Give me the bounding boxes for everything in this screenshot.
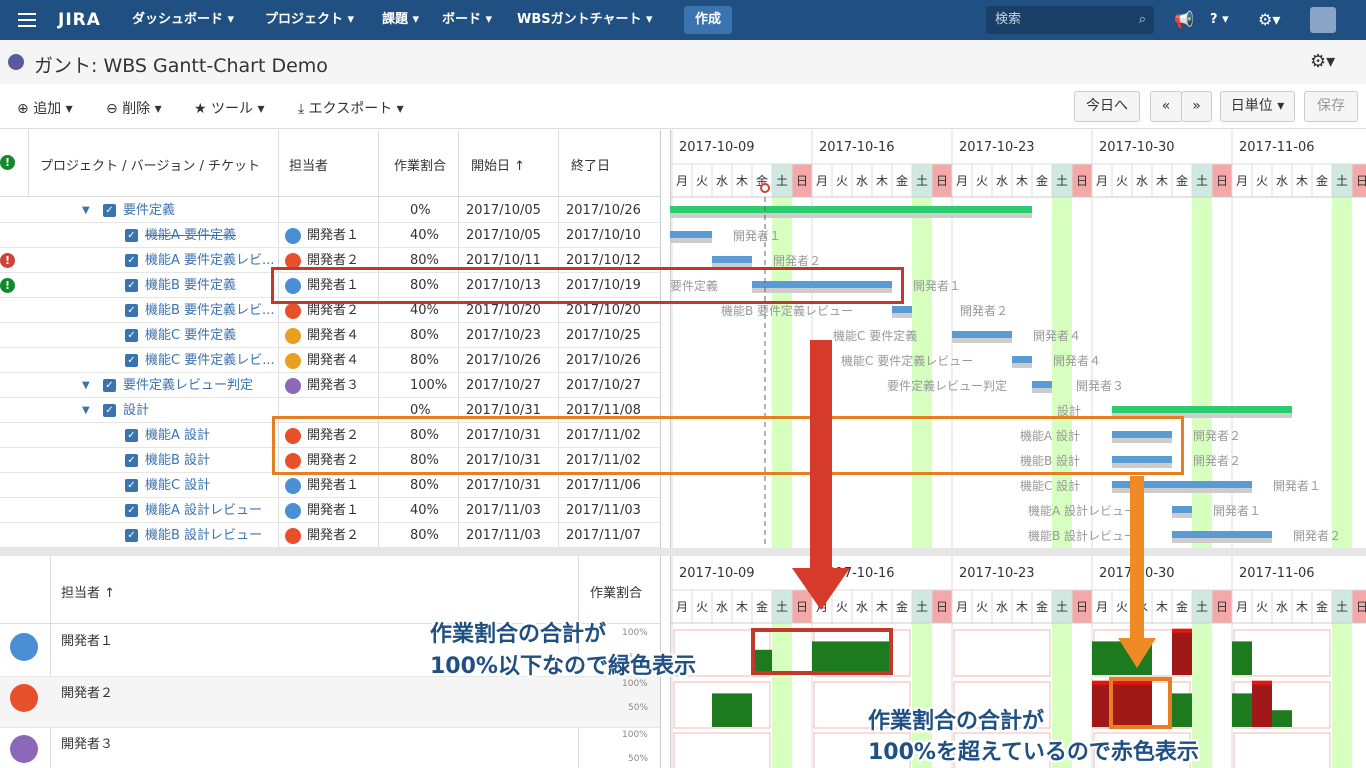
- callout-red-line1: 作業割合の合計が: [868, 709, 1045, 734]
- callout-red-line2: 100%を超えているので赤色表示: [868, 740, 1199, 765]
- callout-green-line1: 作業割合の合計が: [430, 622, 607, 647]
- callout-green-line2: 100%以下なので緑色表示: [430, 654, 696, 679]
